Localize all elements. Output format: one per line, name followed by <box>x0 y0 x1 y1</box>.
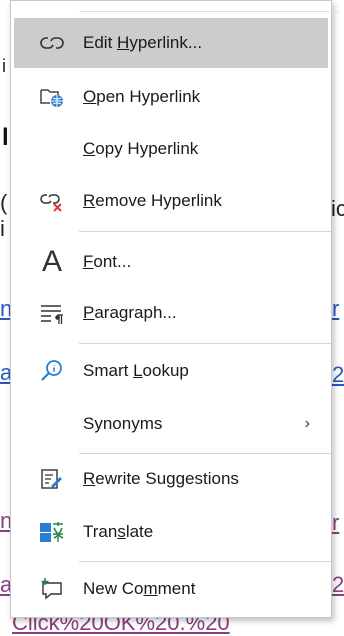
doc-fragment: i <box>2 56 6 76</box>
menu-item-label: Translate <box>83 522 154 541</box>
menu-item-copy-hyperlink[interactable]: Copy Hyperlink <box>14 124 328 174</box>
menu-item-new-comment[interactable]: New Comment <box>14 564 328 614</box>
menu-item-smart-lookup[interactable]: Smart Lookup <box>14 346 328 396</box>
chevron-right-icon: › <box>304 415 310 432</box>
doc-fragment: l <box>2 124 9 151</box>
menu-item-label: Edit Hyperlink... <box>83 33 203 52</box>
context-menu: Edit Hyperlink... Open Hyperlink Copy Hy… <box>10 0 339 618</box>
menu-separator <box>79 561 331 562</box>
paragraph-icon <box>36 288 68 338</box>
menu-item-translate[interactable]: Translate <box>14 507 328 557</box>
menu-item-synonyms[interactable]: Synonyms › <box>14 399 328 449</box>
menu-separator <box>79 343 331 344</box>
menu-item-paragraph[interactable]: Paragraph... <box>14 288 328 338</box>
menu-item-label: Paragraph... <box>83 303 177 322</box>
rewrite-icon <box>36 454 68 504</box>
open-hyperlink-icon <box>36 72 68 122</box>
doc-link-fragment[interactable]: r <box>332 510 339 536</box>
doc-link-fragment[interactable]: 2 <box>332 362 344 388</box>
doc-fragment: ic <box>331 196 344 221</box>
menu-item-remove-hyperlink[interactable]: Remove Hyperlink <box>14 176 328 226</box>
menu-item-font[interactable]: A Font... <box>14 237 328 287</box>
doc-link-fragment[interactable]: 2 <box>332 572 344 598</box>
translate-icon <box>36 507 68 557</box>
menu-item-label: Synonyms <box>83 414 163 433</box>
menu-item-open-hyperlink[interactable]: Open Hyperlink <box>14 72 328 122</box>
menu-item-label: Copy Hyperlink <box>83 139 199 158</box>
menu-item-label: Open Hyperlink <box>83 87 201 106</box>
doc-link-fragment[interactable]: r <box>332 296 339 322</box>
menu-item-label: Rewrite Suggestions <box>83 469 239 488</box>
new-comment-icon <box>36 564 68 614</box>
remove-hyperlink-icon <box>36 176 68 226</box>
menu-item-label: Remove Hyperlink <box>83 191 222 210</box>
menu-item-rewrite-suggestions[interactable]: Rewrite Suggestions <box>14 454 328 504</box>
doc-fragment: ( <box>0 190 8 215</box>
menu-item-edit-hyperlink[interactable]: Edit Hyperlink... <box>14 18 328 68</box>
menu-top-divider <box>79 11 339 12</box>
menu-item-label: Smart Lookup <box>83 361 189 380</box>
font-icon: A <box>41 245 62 278</box>
menu-item-label: Font... <box>83 252 132 271</box>
doc-fragment: i <box>0 216 5 241</box>
smart-lookup-icon <box>36 346 68 396</box>
menu-separator <box>79 231 331 232</box>
menu-item-label: New Comment <box>83 579 196 598</box>
link-icon <box>36 18 68 68</box>
